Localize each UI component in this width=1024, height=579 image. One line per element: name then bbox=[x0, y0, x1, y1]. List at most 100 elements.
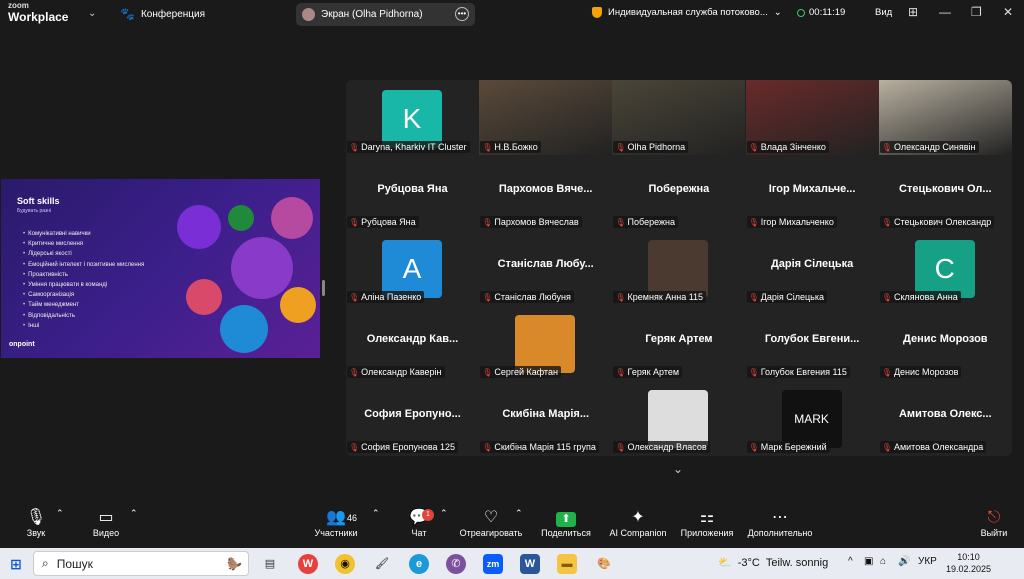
participant-tile[interactable]: 🎙 Olha Pidhorna bbox=[612, 80, 746, 155]
paw-icon: 🐾 bbox=[120, 7, 135, 21]
windows-start-icon[interactable]: ⊞ bbox=[6, 554, 26, 574]
search-highlight-icon: 🦫 bbox=[227, 556, 242, 571]
zoom-logo[interactable]: zoom Workplace bbox=[8, 1, 69, 24]
participant-label: 🎙 Н.В.Божко bbox=[480, 141, 541, 153]
chevron-up-icon[interactable]: ⌃ bbox=[130, 508, 138, 519]
participant-tile[interactable]: 🎙 Олександр Синявін bbox=[878, 80, 1012, 155]
participant-label: 🎙 Пархомов Вячеслав bbox=[480, 216, 582, 228]
participant-tile[interactable]: K 🎙 Daryna, Kharkiv IT Cluster bbox=[346, 80, 479, 155]
chevron-up-icon[interactable]: ⌃ bbox=[56, 508, 64, 519]
participant-name-label: Аліна Пазенко bbox=[361, 292, 422, 302]
participant-display-name: Олександр Кав... bbox=[366, 333, 459, 345]
leave-button[interactable]: ⎋ Выйти bbox=[978, 508, 1010, 538]
participant-label: 🎙 Сергей Кафтан bbox=[480, 366, 561, 378]
participants-label: Участники bbox=[314, 528, 358, 538]
participant-tile[interactable]: Дарія Сілецька 🎙 Дарія Сілецька bbox=[745, 230, 879, 305]
participant-tile[interactable]: C 🎙 Склянова Анна bbox=[878, 230, 1012, 305]
chrome-icon[interactable]: ◉ bbox=[335, 554, 355, 574]
mic-muted-icon: 🎙 bbox=[881, 367, 892, 377]
view-grid-icon[interactable]: ⊞ bbox=[908, 5, 918, 19]
participant-tile[interactable]: Рубцова Яна 🎙 Рубцова Яна bbox=[346, 155, 479, 230]
video-button[interactable]: ▭ Видео bbox=[88, 508, 124, 538]
maximize-icon[interactable]: ❐ bbox=[971, 5, 982, 19]
apps-button[interactable]: ⚏ Приложения bbox=[678, 508, 736, 538]
participant-tile[interactable]: Голубок Евгени... 🎙 Голубок Евгения 115 bbox=[745, 305, 879, 380]
chevron-up-icon[interactable]: ⌃ bbox=[372, 508, 380, 519]
close-icon[interactable]: ✕ bbox=[1003, 5, 1013, 19]
participant-name-label: Кремняк Анна 115 bbox=[627, 292, 704, 302]
more-icon[interactable]: ••• bbox=[455, 7, 469, 21]
participant-name-label: Марк Бережний bbox=[760, 442, 827, 452]
participant-tile[interactable]: MARK 🎙 Марк Бережний bbox=[745, 380, 879, 455]
participant-tile[interactable]: Геряк Артем 🎙 Геряк Артем bbox=[612, 305, 746, 380]
app-w-icon[interactable]: W bbox=[298, 554, 318, 574]
mic-muted-icon: 🎙 bbox=[748, 442, 759, 452]
participant-tile[interactable]: Скибіна Марія... 🎙 Скибіна Марія 115 група bbox=[479, 380, 613, 455]
participant-tile[interactable]: 🎙 Н.В.Божко bbox=[479, 80, 613, 155]
resize-handle[interactable] bbox=[322, 280, 325, 296]
participant-tile[interactable]: 🎙 Олександр Власов bbox=[612, 380, 746, 455]
brand-bottom: Workplace bbox=[8, 10, 69, 24]
participant-avatar bbox=[648, 390, 709, 448]
clock-date: 19.02.2025 bbox=[946, 564, 992, 574]
taskbar-search[interactable]: ⌕ Пошук 🦫 bbox=[33, 551, 249, 576]
chevron-down-icon[interactable]: ⌄ bbox=[88, 8, 96, 19]
chevron-up-icon[interactable]: ⌃ bbox=[440, 508, 448, 519]
participant-tile[interactable]: 🎙 Кремняк Анна 115 bbox=[612, 230, 746, 305]
participant-tile[interactable]: Денис Морозов 🎙 Денис Морозов bbox=[878, 305, 1012, 380]
more-button[interactable]: ⋯ Дополнительно bbox=[746, 508, 814, 538]
participant-label: 🎙 Побережна bbox=[613, 216, 678, 228]
clock[interactable]: 10:10 19.02.2025 bbox=[946, 551, 991, 575]
chevron-up-icon[interactable]: ^ bbox=[848, 556, 853, 567]
volume-icon[interactable]: 🔊 bbox=[898, 556, 910, 567]
participant-tile[interactable]: Побережна 🎙 Побережна bbox=[612, 155, 746, 230]
participant-tile[interactable]: Пархомов Вяче... 🎙 Пархомов Вячеслав bbox=[479, 155, 613, 230]
chevron-up-icon[interactable]: ⌃ bbox=[515, 508, 523, 519]
mic-muted-icon: 🎙 bbox=[349, 217, 360, 227]
participant-display-name: Голубок Евгени... bbox=[764, 333, 860, 345]
participant-tile[interactable]: Стецькович Ол... 🎙 Стецькович Олександр bbox=[878, 155, 1012, 230]
app-icon[interactable]: 🎨 bbox=[594, 554, 614, 574]
brand-top: zoom bbox=[8, 1, 29, 10]
slide-list-item: Проактивність bbox=[23, 270, 144, 280]
ai-companion-button[interactable]: ✦ AI Companion bbox=[606, 508, 670, 538]
camera-icon[interactable]: ▣ bbox=[864, 556, 873, 567]
paint-icon[interactable]: 🖌 bbox=[372, 554, 392, 574]
participant-label: 🎙 Дарія Сілецька bbox=[746, 291, 827, 303]
mic-off-icon: 🎙 bbox=[25, 509, 47, 526]
conference-menu[interactable]: 🐾 Конференция bbox=[120, 7, 205, 21]
leave-label: Выйти bbox=[980, 528, 1008, 538]
language-indicator[interactable]: УКР bbox=[918, 556, 937, 567]
participant-tile[interactable]: 🎙 Влада Зінченко bbox=[745, 80, 879, 155]
participant-tile[interactable]: Ігор Михальче... 🎙 Ігор Михальченко bbox=[745, 155, 879, 230]
camera-icon: ▭ bbox=[98, 509, 114, 526]
minimize-icon[interactable]: — bbox=[939, 5, 951, 19]
handshake-icon bbox=[280, 287, 316, 323]
task-view-icon[interactable]: ▤ bbox=[260, 554, 280, 574]
edge-icon[interactable]: e bbox=[409, 554, 429, 574]
audio-button[interactable]: 🎙 Звук bbox=[20, 508, 52, 538]
share-button[interactable]: ⬆ Поделиться bbox=[538, 508, 594, 538]
chevron-down-icon[interactable]: ⌄ bbox=[673, 462, 683, 476]
streaming-service[interactable]: Индивидуальная служба потоково... ⌄ bbox=[592, 7, 782, 18]
zoom-taskbar-icon[interactable]: zm bbox=[483, 554, 503, 574]
participant-tile[interactable]: 🎙 Сергей Кафтан bbox=[479, 305, 613, 380]
participant-name-label: Олександр Власов bbox=[627, 442, 707, 452]
screen-share-pill[interactable]: Экран (Olha Pidhorna) ••• bbox=[296, 3, 475, 26]
viber-icon[interactable]: ✆ bbox=[446, 554, 466, 574]
participant-display-name: Амитова Олекс... bbox=[898, 408, 992, 420]
weather-widget[interactable]: ⛅ -3°C Teilw. sonnig bbox=[718, 556, 828, 570]
word-icon[interactable]: W bbox=[520, 554, 540, 574]
folder-icon[interactable]: ▬ bbox=[557, 554, 577, 574]
mic-muted-icon: 🎙 bbox=[482, 217, 493, 227]
participant-tile[interactable]: A 🎙 Аліна Пазенко bbox=[346, 230, 479, 305]
participant-tile[interactable]: Амитова Олекс... 🎙 Амитова Олександра bbox=[878, 380, 1012, 455]
participant-tile[interactable]: Станіслав Любу... 🎙 Станіслав Любуня bbox=[479, 230, 613, 305]
network-icon[interactable]: ⌂ bbox=[880, 556, 886, 567]
manager-icon bbox=[220, 305, 268, 353]
view-menu[interactable]: Вид bbox=[875, 7, 892, 18]
mic-muted-icon: 🎙 bbox=[615, 142, 626, 152]
gear-icon bbox=[228, 205, 254, 231]
participant-tile[interactable]: София Еропуно... 🎙 София Еропунова 125 bbox=[346, 380, 479, 455]
participant-tile[interactable]: Олександр Кав... 🎙 Олександр Каверін bbox=[346, 305, 479, 380]
